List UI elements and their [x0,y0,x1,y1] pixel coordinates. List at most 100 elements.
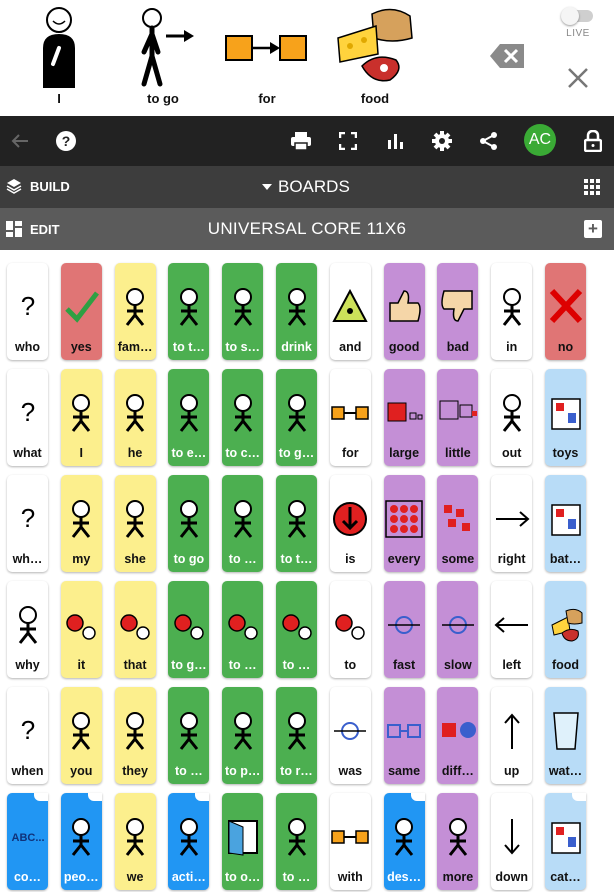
person-you-icon [61,709,102,753]
sentence-word-4[interactable]: food [330,4,420,112]
symbol-tile-folder[interactable]: ABC... co… [7,793,48,890]
symbol-tile-word[interactable]: he [114,369,156,466]
symbol-tile-word[interactable]: some [437,475,479,572]
symbol-tile-word[interactable]: right [491,475,533,572]
analytics-button[interactable] [383,129,407,153]
build-button[interactable]: BUILD [6,178,70,194]
backspace-button[interactable] [490,42,526,70]
share-button[interactable] [477,129,501,153]
symbol-tile-word[interactable]: to p… [222,687,264,784]
tile-label: bat… [549,552,582,566]
symbol-tile-word[interactable]: to … [276,581,317,678]
tile-label: out [501,446,522,460]
symbol-tile-word[interactable]: and [329,263,371,360]
help-button[interactable]: ? [54,129,78,153]
symbol-tile-word[interactable]: toys [545,369,586,466]
back-button[interactable] [8,129,32,153]
symbol-tile-word[interactable]: little [437,369,479,466]
symbol-tile-folder[interactable]: acti… [168,793,210,890]
tile-label: to p… [224,764,261,778]
clear-button[interactable] [566,66,590,90]
sentence-word-1[interactable]: I [14,4,104,112]
symbol-tile-word[interactable]: slow [437,581,479,678]
settings-button[interactable] [430,129,454,153]
symbol-tile-word[interactable]: bat… [545,475,586,572]
symbol-tile-folder[interactable]: des… [383,793,425,890]
symbol-tile-word[interactable]: it [60,581,102,678]
symbol-tile-word[interactable]: is [329,475,371,572]
symbol-tile-word[interactable]: to t… [168,263,210,360]
symbol-tile-word[interactable]: why [7,581,48,678]
symbol-tile-word[interactable]: left [491,581,533,678]
symbol-tile-word[interactable]: to g… [276,369,317,466]
symbol-tile-word[interactable]: to … [168,687,210,784]
door-open-icon [222,815,263,859]
symbol-tile-word[interactable]: good [383,263,425,360]
symbol-tile-word[interactable]: to … [222,475,264,572]
symbol-tile-word[interactable]: I [60,369,102,466]
symbol-tile-word[interactable]: down [491,793,533,890]
symbol-tile-word[interactable]: with [329,793,371,890]
symbol-tile-word[interactable]: that [114,581,156,678]
symbol-tile-word[interactable]: to … [276,793,317,890]
symbol-tile-word[interactable]: ? what [7,369,48,466]
symbol-tile-word[interactable]: ? wh… [7,475,48,572]
symbol-tile-word[interactable]: wat… [545,687,586,784]
symbol-tile-word[interactable]: to e… [168,369,210,466]
symbol-tile-word[interactable]: every [383,475,425,572]
symbol-tile-word[interactable]: to t… [276,475,317,572]
symbol-tile-word[interactable]: fast [383,581,425,678]
symbol-board: ? who yes fam… to t… to s… drink and good bad in no… [0,250,614,892]
activities-icon [168,815,209,859]
symbol-tile-word[interactable]: yes [60,263,102,360]
symbol-tile-word[interactable]: no [545,263,586,360]
symbol-tile-word[interactable]: they [114,687,156,784]
symbol-tile-word[interactable]: to g… [168,581,210,678]
symbol-tile-word[interactable]: to [329,581,371,678]
symbol-tile-word[interactable]: we [114,793,156,890]
symbol-tile-word[interactable]: more [437,793,479,890]
symbol-tile-word[interactable]: you [60,687,102,784]
symbol-tile-word[interactable]: bad [437,263,479,360]
symbol-tile-word[interactable]: same [383,687,425,784]
add-button[interactable]: + [584,220,602,238]
symbol-tile-word[interactable]: out [491,369,533,466]
symbol-tile-word[interactable]: in [491,263,533,360]
symbol-tile-word[interactable]: to … [222,581,264,678]
person-eating-icon [168,391,209,435]
grid-view-button[interactable] [584,179,600,200]
toggle-switch[interactable] [561,7,593,25]
live-toggle[interactable]: LIVE [560,6,596,46]
tile-label: fast [392,658,416,672]
symbol-tile-word[interactable]: ? who [7,263,48,360]
boards-dropdown[interactable]: BOARDS [262,177,350,197]
sentence-word-3[interactable]: for [222,4,312,112]
symbol-tile-word[interactable]: was [329,687,371,784]
fast-runner-icon [384,603,425,647]
symbol-tile-word[interactable]: to s… [222,263,264,360]
user-avatar[interactable]: AC [524,124,556,156]
tile-label: he [127,446,143,460]
symbol-tile-word[interactable]: large [383,369,425,466]
hand-put-icon [222,709,263,753]
sentence-word-2[interactable]: to go [118,4,208,112]
symbol-tile-word[interactable]: to go [168,475,210,572]
symbol-tile-folder[interactable]: peo… [60,793,102,890]
symbol-tile-folder[interactable]: cat… [545,793,586,890]
fullscreen-button[interactable] [336,129,360,153]
symbol-tile-word[interactable]: fam… [114,263,156,360]
symbol-tile-word[interactable]: drink [276,263,317,360]
tile-label: to … [228,552,257,566]
symbol-tile-word[interactable]: for [329,369,371,466]
print-button[interactable] [289,129,313,153]
symbol-tile-word[interactable]: to o… [222,793,264,890]
symbol-tile-word[interactable]: ? when [7,687,48,784]
lock-button[interactable] [581,129,605,153]
symbol-tile-word[interactable]: to r… [276,687,317,784]
symbol-tile-word[interactable]: to c… [222,369,264,466]
symbol-tile-word[interactable]: diff… [437,687,479,784]
symbol-tile-word[interactable]: she [114,475,156,572]
symbol-tile-word[interactable]: food [545,581,586,678]
symbol-tile-word[interactable]: up [491,687,533,784]
symbol-tile-word[interactable]: my [60,475,102,572]
